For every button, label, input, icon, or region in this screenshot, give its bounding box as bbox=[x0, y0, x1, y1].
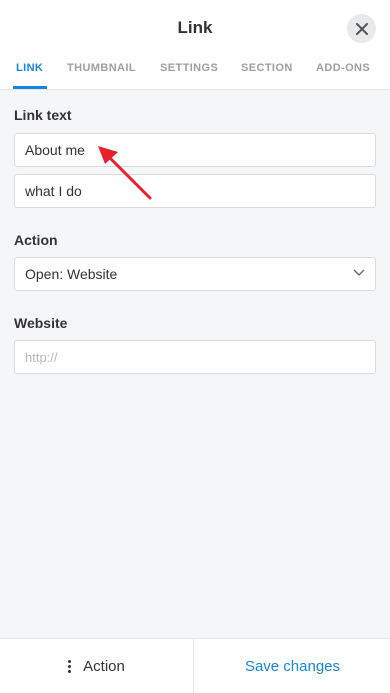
tab-bar: LINK THUMBNAIL SETTINGS SECTION ADD-ONS bbox=[0, 62, 390, 90]
link-text-line1-input[interactable]: About me bbox=[14, 133, 376, 167]
action-menu-label: Action bbox=[83, 658, 125, 675]
website-label: Website bbox=[14, 315, 68, 331]
panel-header: Link LINK THUMBNAIL SETTINGS SECTION ADD… bbox=[0, 0, 390, 90]
close-button[interactable] bbox=[347, 14, 376, 43]
panel-title: Link bbox=[177, 18, 213, 37]
panel-footer: Action Save changes bbox=[0, 638, 390, 693]
save-changes-button[interactable]: Save changes bbox=[195, 639, 390, 693]
tab-add-ons[interactable]: ADD-ONS bbox=[316, 62, 370, 74]
more-vertical-icon bbox=[68, 660, 72, 673]
website-input[interactable]: http:// bbox=[14, 340, 376, 374]
tab-section[interactable]: SECTION bbox=[241, 62, 293, 74]
close-icon bbox=[355, 22, 368, 35]
link-text-line2-input[interactable]: what I do bbox=[14, 174, 376, 208]
tab-link[interactable]: LINK bbox=[16, 62, 43, 74]
tab-settings[interactable]: SETTINGS bbox=[160, 62, 218, 74]
action-select[interactable]: Open: Website bbox=[14, 257, 376, 291]
annotation-arrow-icon bbox=[98, 146, 152, 200]
action-select-value: Open: Website bbox=[25, 266, 118, 282]
link-text-label: Link text bbox=[14, 107, 72, 123]
chevron-down-icon bbox=[353, 269, 365, 276]
tab-thumbnail[interactable]: THUMBNAIL bbox=[67, 62, 136, 74]
action-label: Action bbox=[14, 232, 58, 248]
active-tab-indicator bbox=[13, 86, 47, 89]
action-menu-button[interactable]: Action bbox=[0, 639, 194, 693]
